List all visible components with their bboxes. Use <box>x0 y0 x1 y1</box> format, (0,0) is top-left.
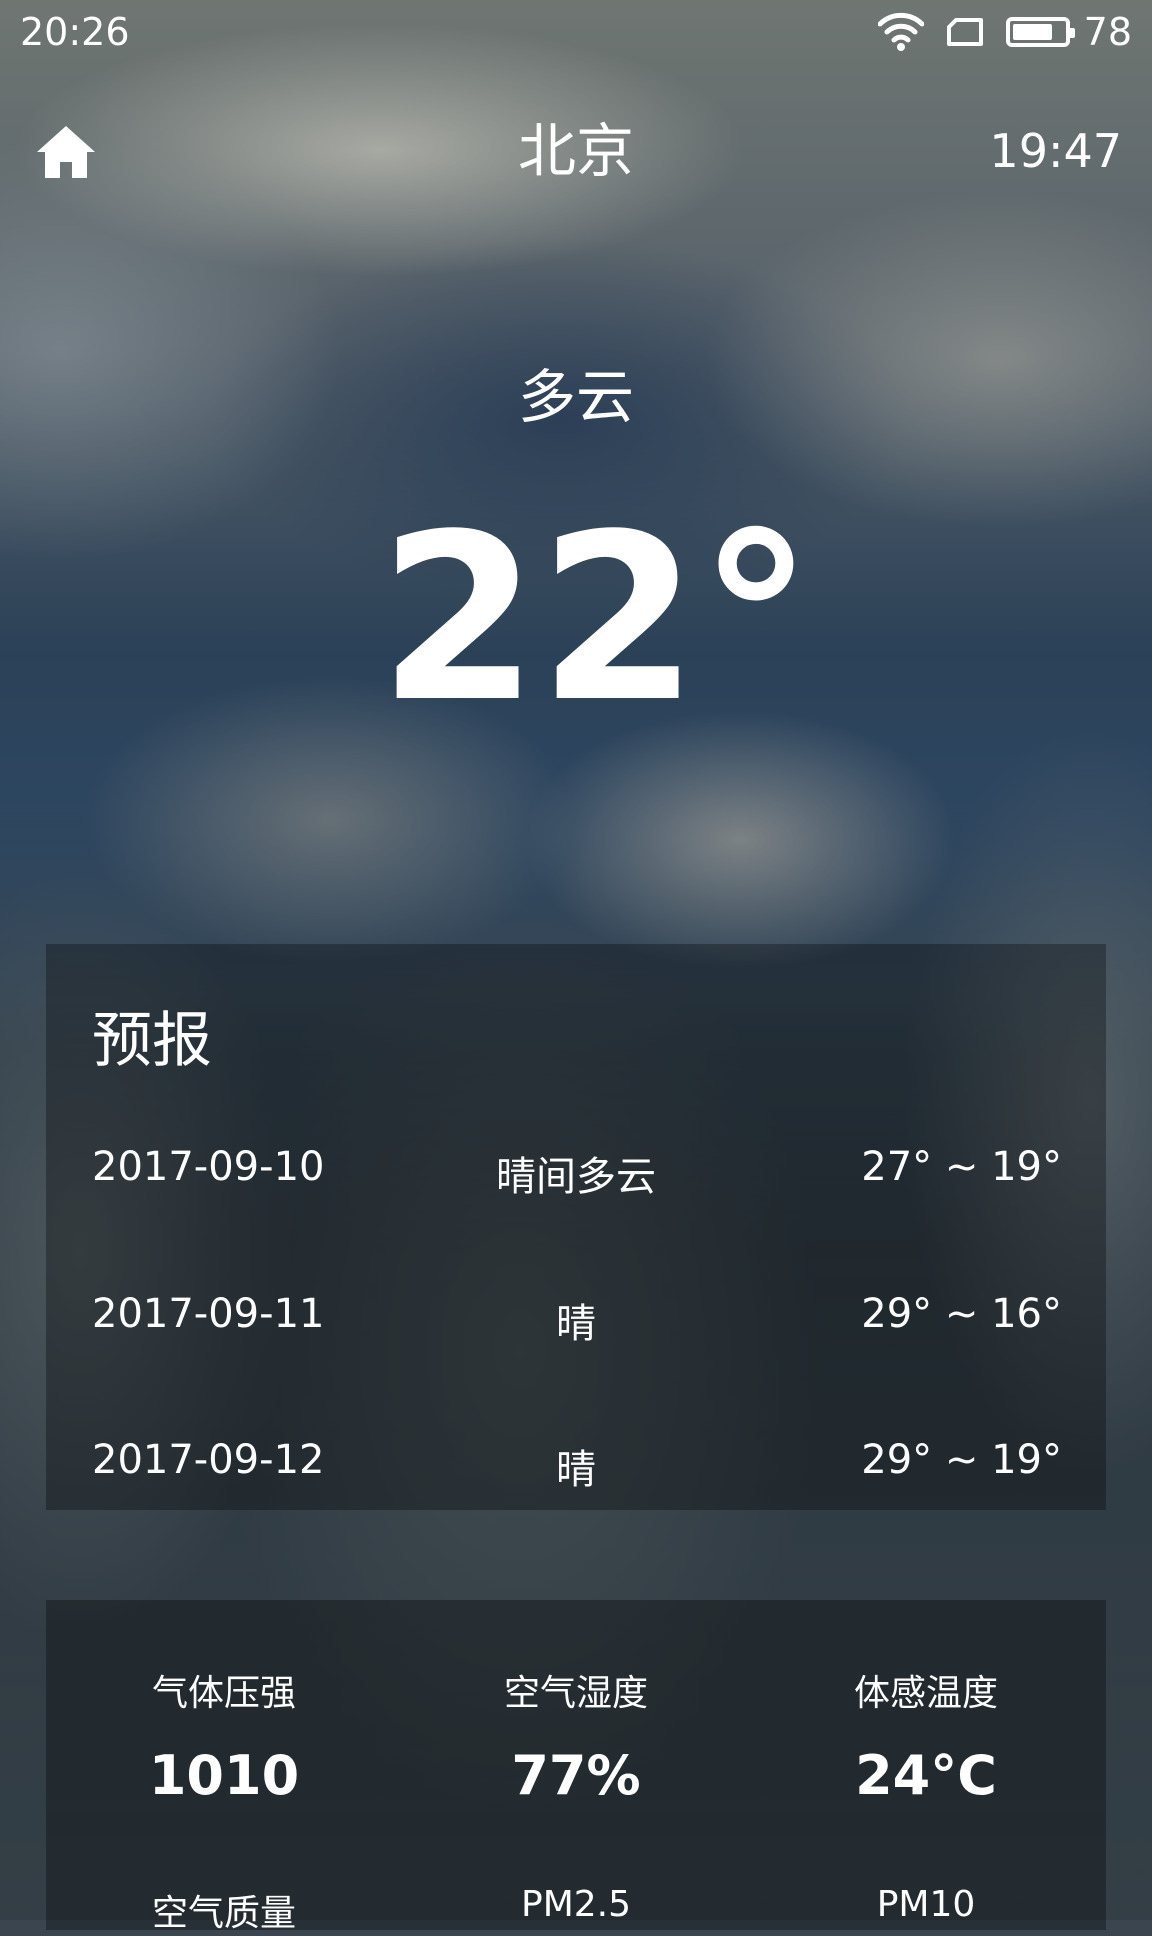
detail-label: PM2.5 <box>520 1884 632 1925</box>
city-title: 北京 <box>517 117 634 185</box>
detail-label: 气体压强 <box>151 1673 296 1714</box>
details-panel: 气体压强 1010 空气湿度 77% 体感温度 24°C 空气质量 PM2.5 … <box>46 1600 1106 1934</box>
forecast-temp-range: 27° ~ 19° <box>861 1144 1062 1190</box>
sim-card-icon <box>946 18 983 46</box>
battery-fill <box>1012 24 1052 40</box>
detail-label: 体感温度 <box>853 1673 998 1714</box>
status-bar: 20:26 78 <box>0 0 1152 64</box>
forecast-row: 2017-09-12 晴 29° ~ 19° <box>46 1417 1106 1497</box>
detail-value: 24°C <box>855 1744 997 1807</box>
detail-label: PM10 <box>876 1884 976 1925</box>
detail-pm25: PM2.5 <box>426 1884 726 1925</box>
detail-value: 1010 <box>148 1744 300 1807</box>
detail-humidity: 空气湿度 77% <box>426 1664 726 1807</box>
forecast-row: 2017-09-10 晴间多云 27° ~ 19° <box>46 1124 1106 1204</box>
detail-pm10: PM10 <box>776 1884 1076 1925</box>
forecast-panel: 预报 2017-09-10 晴间多云 27° ~ 19° 2017-09-11 … <box>46 944 1106 1510</box>
forecast-row: 2017-09-11 晴 29° ~ 16° <box>46 1271 1106 1351</box>
detail-value: 77% <box>511 1744 641 1807</box>
current-temperature: 22° <box>378 486 814 753</box>
detail-feels-like: 体感温度 24°C <box>776 1664 1076 1807</box>
wifi-icon <box>877 12 924 51</box>
detail-pressure: 气体压强 1010 <box>74 1664 374 1807</box>
status-icons: 78 <box>877 10 1132 54</box>
detail-air-quality: 空气质量 <box>74 1884 374 1936</box>
forecast-title: 预报 <box>92 1006 212 1076</box>
title-bar: 北京 19:47 <box>0 108 1152 194</box>
forecast-temp-range: 29° ~ 16° <box>861 1291 1062 1337</box>
battery: 78 <box>1005 10 1132 54</box>
battery-icon <box>1005 17 1075 47</box>
detail-label: 空气质量 <box>151 1893 296 1934</box>
detail-label: 空气湿度 <box>503 1673 648 1714</box>
battery-level: 78 <box>1083 10 1132 54</box>
forecast-temp-range: 29° ~ 19° <box>861 1437 1062 1483</box>
status-time: 20:26 <box>20 10 130 54</box>
current-condition: 多云 <box>517 363 634 431</box>
update-time: 19:47 <box>989 124 1122 178</box>
